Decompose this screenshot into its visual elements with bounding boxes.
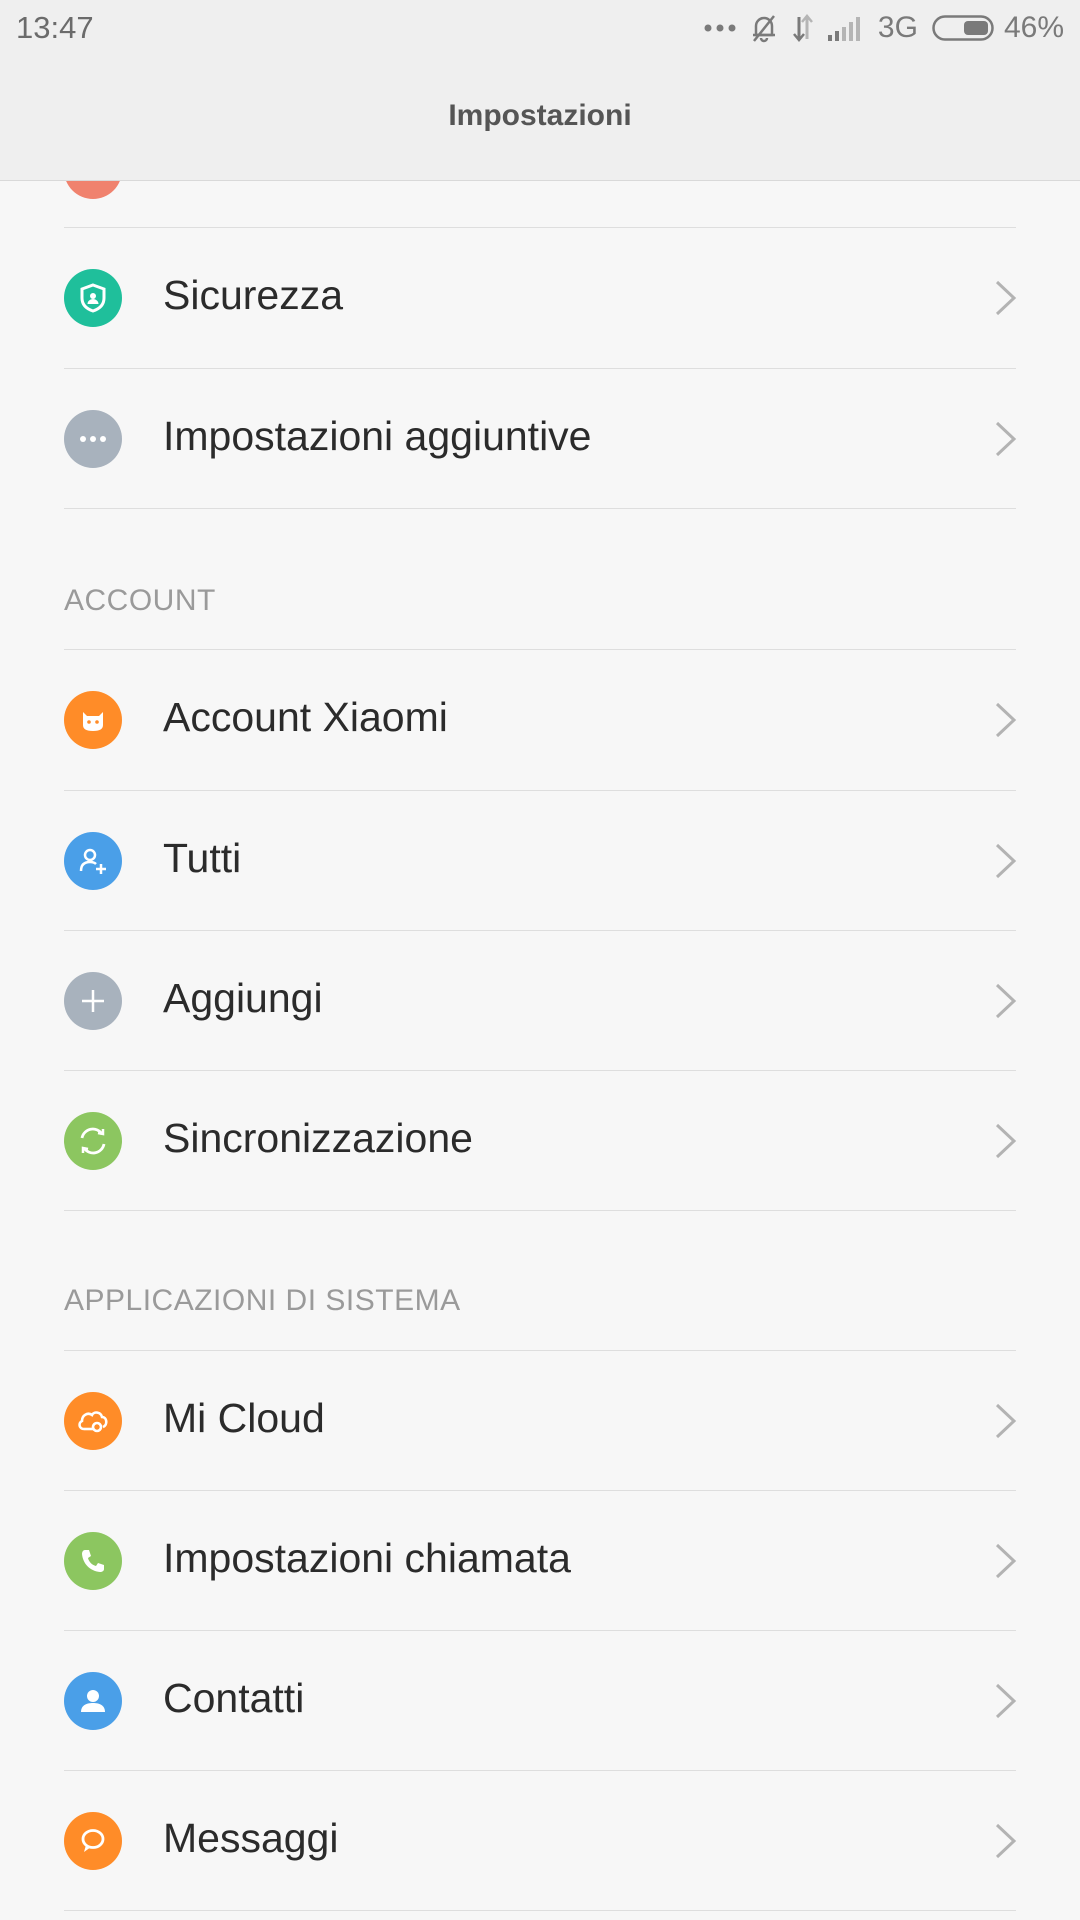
settings-item-contatti[interactable]: Contatti [0,1631,1080,1771]
item-label: Impostazioni chiamata [163,1535,571,1581]
settings-item-sicurezza[interactable]: Sicurezza [0,228,1080,368]
cloud-icon [64,1392,122,1450]
settings-item-messaggi[interactable]: Messaggi [0,1771,1080,1911]
plus-icon [64,972,122,1030]
chevron-right-icon [995,983,1017,1019]
chevron-right-icon [995,843,1017,879]
settings-item-account-xiaomi[interactable]: Account Xiaomi [0,650,1080,790]
mi-bunny-icon [64,691,122,749]
item-label: Tutti [163,835,242,881]
chevron-right-icon [995,280,1017,316]
item-label: Impostazioni aggiuntive [163,413,592,459]
item-label: Aggiungi [163,975,323,1021]
shield-icon [64,269,122,327]
settings-item-impostazioni-aggiuntive[interactable]: Impostazioni aggiuntive [0,369,1080,509]
settings-item-aggiungi[interactable]: Aggiungi [0,931,1080,1071]
settings-screen: 13:47 3G 46% Impostazioni Sicurezza Impo… [0,0,1080,1920]
page-title: Impostazioni [448,99,632,132]
add-person-icon [64,832,122,890]
chevron-right-icon [995,1823,1017,1859]
partial-item-icon [64,181,122,199]
settings-list[interactable]: Sicurezza Impostazioni aggiuntive ACCOUN… [0,181,1080,1920]
item-label: Account Xiaomi [163,694,448,740]
network-type: 3G [877,11,918,44]
status-time: 13:47 [16,10,94,45]
section-header-system-apps: APPLICAZIONI DI SISTEMA [64,1284,461,1317]
chevron-right-icon [995,1403,1017,1439]
item-label: Messaggi [163,1815,339,1861]
title-bar: Impostazioni [0,56,1080,181]
item-label: Contatti [163,1675,305,1721]
bell-muted-icon [750,13,778,43]
settings-item-tutti[interactable]: Tutti [0,791,1080,931]
chevron-right-icon [995,421,1017,457]
divider [64,508,1016,509]
status-icons: 3G 46% [704,8,1064,48]
battery-icon [932,15,994,41]
settings-item-impostazioni-chiamata[interactable]: Impostazioni chiamata [0,1491,1080,1631]
divider [64,1210,1016,1211]
phone-icon [64,1532,122,1590]
chevron-right-icon [995,702,1017,738]
item-label: Mi Cloud [163,1395,325,1441]
item-label: Sicurezza [163,272,344,318]
message-icon [64,1812,122,1870]
chevron-right-icon [995,1683,1017,1719]
contact-icon [64,1672,122,1730]
chevron-right-icon [995,1543,1017,1579]
data-arrows-icon [792,13,814,43]
battery-indicator: 46% [932,11,1064,45]
section-header-account: ACCOUNT [64,584,216,617]
battery-percent: 46% [1003,11,1064,44]
settings-item-mi-cloud[interactable]: Mi Cloud [0,1351,1080,1491]
settings-item-sincronizzazione[interactable]: Sincronizzazione [0,1071,1080,1211]
signal-icon [827,15,864,41]
status-bar: 13:47 3G 46% [0,0,1080,56]
divider [64,1910,1016,1911]
chevron-right-icon [995,1123,1017,1159]
more-dots-icon [704,23,736,33]
more-dots-icon [64,410,122,468]
item-label: Sincronizzazione [163,1115,473,1161]
sync-icon [64,1112,122,1170]
